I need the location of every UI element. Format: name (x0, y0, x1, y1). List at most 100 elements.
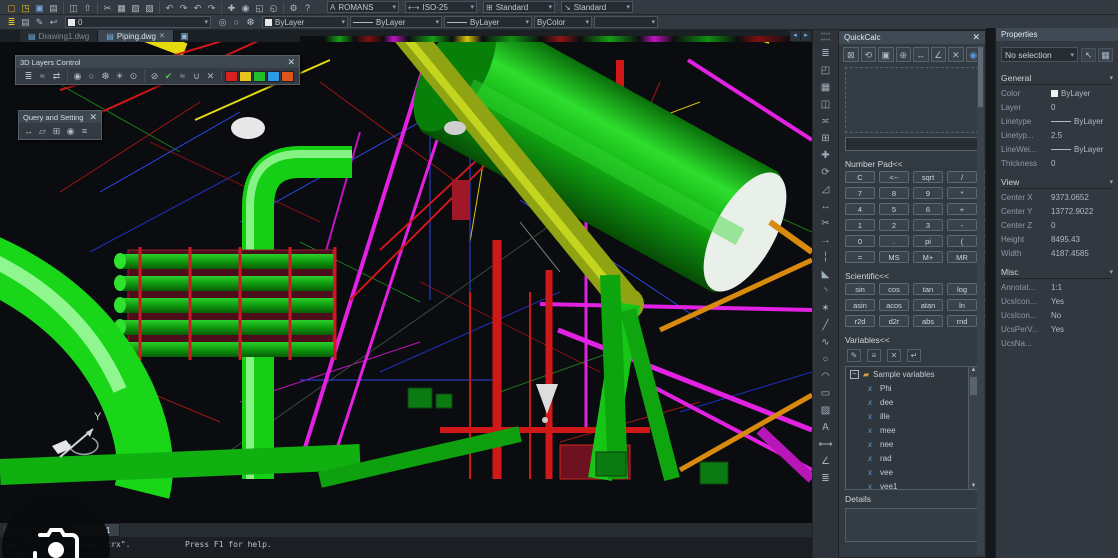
workspace-icon[interactable]: ⚙ (287, 2, 300, 14)
linetype-combo[interactable]: ByLayer ▾ (350, 16, 442, 28)
match-properties-icon[interactable]: ▨ (143, 2, 156, 14)
calc-key-log[interactable]: log (947, 283, 977, 295)
scale-icon[interactable]: ◿ (818, 182, 834, 197)
dimension-icon[interactable]: ⟷ (818, 437, 834, 452)
calc-key--[interactable]: - (947, 219, 977, 231)
new-icon[interactable]: ▢ (5, 2, 18, 14)
calc-key-*[interactable]: * (947, 187, 977, 199)
trim-icon[interactable]: ✂ (818, 216, 834, 231)
color-orange-icon[interactable] (281, 71, 294, 82)
publish-icon[interactable]: ⇧ (81, 2, 94, 14)
calc-key-tan[interactable]: tan (913, 283, 943, 295)
calc-key-0[interactable]: 0 (845, 235, 875, 247)
variable-item-ille[interactable]: xille (846, 409, 978, 423)
measure-icon[interactable]: ∠ (818, 454, 834, 469)
property-row-ucsperv[interactable]: UcsPerV...Yes (996, 322, 1118, 336)
variable-item-nee[interactable]: xnee (846, 437, 978, 451)
copy-icon[interactable]: ▦ (115, 2, 128, 14)
query-area-icon[interactable]: ▱ (36, 125, 49, 137)
variable-item-dee[interactable]: xdee (846, 395, 978, 409)
calc-key-r2d[interactable]: r2d (845, 315, 875, 327)
color-combo[interactable]: ByLayer ▾ (262, 16, 348, 28)
polyline-icon[interactable]: ∿ (818, 335, 834, 350)
plotstyle-combo[interactable]: ByColor ▾ (534, 16, 592, 28)
calc-key-/[interactable]: / (947, 171, 977, 183)
calc-key-abs[interactable]: abs (913, 315, 943, 327)
quickcalc-titlebar[interactable]: QuickCalc ✕ (839, 31, 985, 44)
undo-icon[interactable]: ↶ (163, 2, 176, 14)
calc-key-sqrt[interactable]: sqrt (913, 171, 943, 183)
text-icon[interactable]: A (818, 420, 834, 435)
stretch-icon[interactable]: ↔ (818, 199, 834, 214)
array-icon[interactable]: ⊞ (818, 131, 834, 146)
delete-variable-icon[interactable]: ✕ (887, 349, 901, 362)
variable-item-rad[interactable]: xrad (846, 451, 978, 465)
number-pad-header[interactable]: Number Pad<< (839, 155, 985, 171)
property-row-linetyp[interactable]: Linetyp...2.5 (996, 128, 1118, 142)
calc-key-<--[interactable]: <-- (879, 171, 909, 183)
make-current-icon[interactable]: ✎ (33, 16, 46, 28)
property-value[interactable]: ByLayer (1051, 145, 1113, 154)
erase-icon[interactable]: ◰ (818, 63, 834, 78)
layer-states-icon[interactable]: ▤ (19, 16, 32, 28)
offset-icon[interactable]: ≍ (818, 114, 834, 129)
layer-freeze-icon[interactable]: ❆ (244, 16, 257, 28)
calc-key-acos[interactable]: acos (879, 299, 909, 311)
calc-key-.[interactable]: . (879, 235, 909, 247)
close-icon[interactable]: ✕ (287, 57, 295, 68)
calc-key-ln[interactable]: ln (947, 299, 977, 311)
layer-combo[interactable]: 0 ▾ (65, 16, 211, 28)
doc-tab-Drawing1.dwg[interactable]: ▤Drawing1.dwg (20, 30, 98, 42)
details-header[interactable]: Details (839, 490, 985, 506)
property-value[interactable]: 0 (1051, 103, 1113, 112)
line-icon[interactable]: ╱ (818, 318, 834, 333)
calc-key-([interactable]: ( (947, 235, 977, 247)
property-row-centery[interactable]: Center Y13772.9022 (996, 204, 1118, 218)
layer-unisolate-icon[interactable]: ○ (230, 16, 243, 28)
quick-select-icon[interactable]: ▦ (1098, 48, 1113, 62)
quickcalc-scrollbar[interactable] (977, 45, 984, 555)
property-value[interactable]: 2.5 (1051, 131, 1113, 140)
layer-isolate-icon[interactable]: ◎ (216, 16, 229, 28)
rotate-icon[interactable]: ⟳ (818, 165, 834, 180)
explode-icon[interactable]: ✶ (818, 301, 834, 316)
calc-key-d2r[interactable]: d2r (879, 315, 909, 327)
fillet-icon[interactable]: ◝ (818, 284, 834, 299)
color-red-icon[interactable] (225, 71, 238, 82)
query-titlebar[interactable]: Query and Setting ✕ (19, 111, 101, 123)
save-icon[interactable]: ▣ (33, 2, 46, 14)
property-value[interactable]: 4187.4585 (1051, 249, 1113, 258)
query-list-icon[interactable]: ≡ (78, 125, 91, 137)
rectangle-icon[interactable]: ▭ (818, 386, 834, 401)
query-toolbar[interactable]: Query and Setting ✕ ↔▱⊞◉≡ (18, 110, 102, 140)
row2-extra-combo[interactable]: ▾ (594, 16, 658, 28)
pan-icon[interactable]: ✚ (225, 2, 238, 14)
layer-lock-icon[interactable]: ⊙ (127, 70, 140, 82)
plot-icon[interactable]: ▤ (47, 2, 60, 14)
arc-icon[interactable]: ◠ (818, 369, 834, 384)
drawing-viewport[interactable]: Y 3D Layers Control ✕ ≣≈⇄◉○❆☀⊙⊘✔≈∪✕ Quer… (0, 42, 812, 523)
property-value[interactable]: 8495.43 (1051, 235, 1113, 244)
zoom-previous-icon[interactable]: ◵ (267, 2, 280, 14)
variable-item-vee[interactable]: xvee (846, 465, 978, 479)
copy-icon[interactable]: ▦ (818, 80, 834, 95)
layer-match-icon[interactable]: ≈ (36, 70, 49, 82)
calc-key-3[interactable]: 3 (913, 219, 943, 231)
calc-key-2[interactable]: 2 (879, 219, 909, 231)
close-icon[interactable]: ✕ (159, 32, 165, 40)
layer-current-icon[interactable]: ✔ (162, 70, 175, 82)
paste-to-command-line-icon[interactable]: ▣ (878, 47, 894, 62)
help-icon[interactable]: ? (301, 2, 314, 14)
scroll-thumb[interactable] (970, 377, 977, 395)
zoom-window-icon[interactable]: ◱ (253, 2, 266, 14)
calc-key-MR[interactable]: MR (947, 251, 977, 263)
property-row-thickness[interactable]: Thickness0 (996, 156, 1118, 170)
quickcalc-history-box[interactable] (845, 67, 979, 133)
calc-key-asin[interactable]: asin (845, 299, 875, 311)
layers-icon[interactable]: ≣ (818, 471, 834, 486)
calc-key-1[interactable]: 1 (845, 219, 875, 231)
variables-root[interactable]: –▰Sample variables (846, 367, 978, 381)
angle-of-line-icon[interactable]: ∠ (931, 47, 947, 62)
calc-key-5[interactable]: 5 (879, 203, 909, 215)
new-tab-icon[interactable]: ▣ (178, 30, 191, 42)
